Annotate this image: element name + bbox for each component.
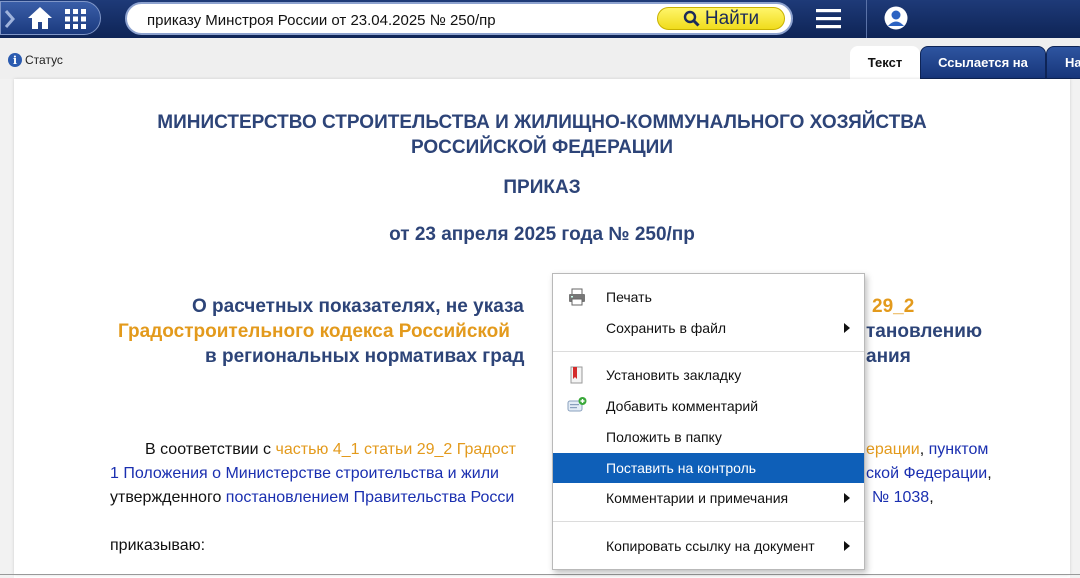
doc-date-heading: от 23 апреля 2025 года № 250/пр xyxy=(389,224,695,245)
search-box: Найти xyxy=(125,2,793,35)
link-part-article-end[interactable]: ерации xyxy=(866,441,920,458)
magnifier-icon xyxy=(683,10,700,27)
context-menu: Печать Сохранить в файл Установить закла… xyxy=(552,273,865,570)
user-avatar-icon[interactable] xyxy=(884,6,908,30)
submenu-arrow-icon xyxy=(844,541,850,551)
bottom-border xyxy=(0,574,1080,575)
top-toolbar: Найти xyxy=(0,0,1080,38)
link-decree[interactable]: постановлением Правительства Росси xyxy=(226,489,515,506)
menu-separator xyxy=(553,351,864,352)
find-button-label: Найти xyxy=(704,7,760,29)
menu-item-set-bookmark[interactable]: Установить закладку xyxy=(553,361,864,389)
link-decree-number[interactable]: № 1038 xyxy=(872,489,929,506)
tab-refers-to[interactable]: Ссылается на xyxy=(920,46,1046,79)
info-icon: i xyxy=(8,53,22,67)
title-link-article[interactable]: 29_2 xyxy=(872,294,914,319)
menu-item-put-to-folder[interactable]: Положить в папку xyxy=(553,423,864,451)
status-label: Статус xyxy=(25,53,63,67)
menu-item-copy-link[interactable]: Копировать ссылку на документ xyxy=(553,532,864,560)
doc-type-heading: ПРИКАЗ xyxy=(503,177,581,198)
link-regulation[interactable]: 1 Положения о Министерстве строительства… xyxy=(110,465,499,482)
apps-grid-icon[interactable] xyxy=(65,9,86,29)
menu-item-set-control[interactable]: Поставить на контроль xyxy=(553,453,864,483)
search-input[interactable] xyxy=(145,8,649,32)
link-point[interactable]: пунктом xyxy=(929,441,989,458)
tab-next[interactable]: На xyxy=(1046,46,1080,79)
hamburger-menu-icon[interactable] xyxy=(816,8,841,29)
printer-icon xyxy=(569,288,585,306)
ministry-heading: МИНИСТЕРСТВО СТРОИТЕЛЬСТВА И ЖИЛИЩНО-КОМ… xyxy=(157,112,927,158)
menu-item-print[interactable]: Печать xyxy=(553,283,864,311)
title-link-code[interactable]: Градостроительного кодекса Российской xyxy=(118,319,510,344)
menu-item-comments-notes[interactable]: Комментарии и примечания xyxy=(553,484,864,512)
menu-item-save-to-file[interactable]: Сохранить в файл xyxy=(553,314,864,342)
add-comment-icon xyxy=(567,397,587,412)
tab-text[interactable]: Текст xyxy=(850,46,920,79)
find-button[interactable]: Найти xyxy=(657,7,785,30)
menu-item-add-comment[interactable]: Добавить комментарий xyxy=(553,392,864,420)
link-regulation-end[interactable]: ской Федерации xyxy=(866,465,987,482)
back-chevron-icon[interactable] xyxy=(3,8,15,30)
submenu-arrow-icon xyxy=(844,493,850,503)
submenu-arrow-icon xyxy=(844,323,850,333)
status-indicator[interactable]: i Статус xyxy=(8,53,63,67)
nav-group xyxy=(0,1,101,35)
order-word: приказываю: xyxy=(110,537,206,554)
menu-separator xyxy=(553,521,864,522)
home-icon[interactable] xyxy=(27,6,53,30)
bookmark-icon xyxy=(570,366,583,384)
toolbar-divider xyxy=(866,0,867,38)
link-part-article[interactable]: частью 4_1 статьи 29_2 Градост xyxy=(276,441,516,458)
